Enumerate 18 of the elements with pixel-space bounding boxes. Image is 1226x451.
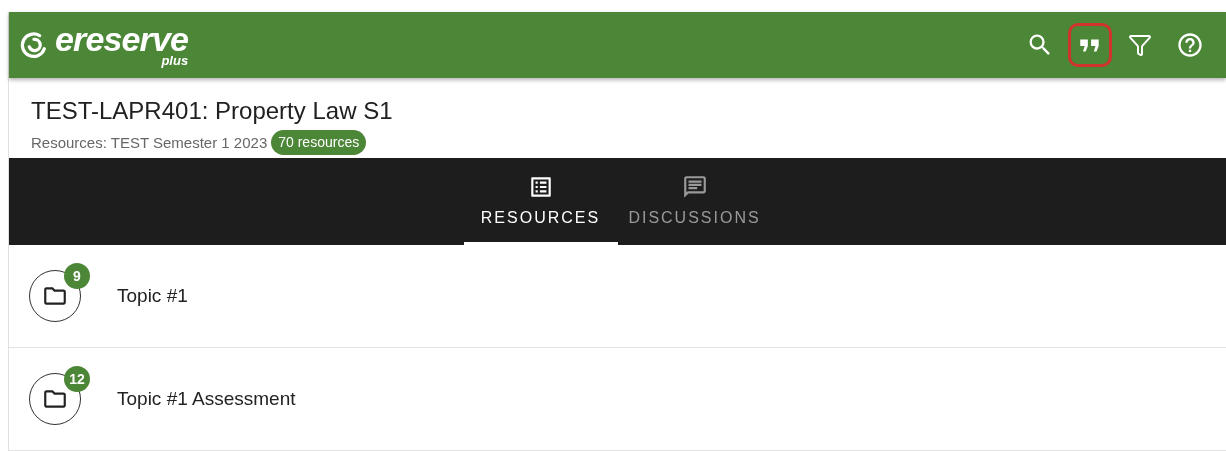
topic-title: Topic #1	[117, 283, 188, 308]
logo-icon	[19, 30, 49, 61]
topic-row[interactable]: 9 Topic #1	[9, 245, 1226, 348]
count-badge: 9	[64, 263, 90, 289]
filter-icon	[1128, 33, 1152, 58]
course-title: TEST-LAPR401: Property Law S1	[31, 96, 394, 127]
resource-count-badge: 70 resources	[271, 130, 367, 156]
chat-icon	[681, 173, 708, 200]
count-badge: 12	[64, 366, 90, 392]
topic-row[interactable]: 12 Topic #1 Assessment	[9, 348, 1226, 451]
tab[interactable]: RESOURCES	[463, 157, 618, 245]
topic-title: Topic #1 Assessment	[117, 386, 296, 411]
help-icon	[1176, 31, 1204, 60]
logo-name: ereserve	[55, 23, 189, 56]
logo-subtitle: plus	[161, 55, 189, 68]
quote-button[interactable]	[1068, 23, 1112, 68]
course-subtitle: Resources: TEST Semester 1 2023	[31, 132, 268, 153]
tab[interactable]: DISCUSSIONS	[617, 157, 772, 245]
